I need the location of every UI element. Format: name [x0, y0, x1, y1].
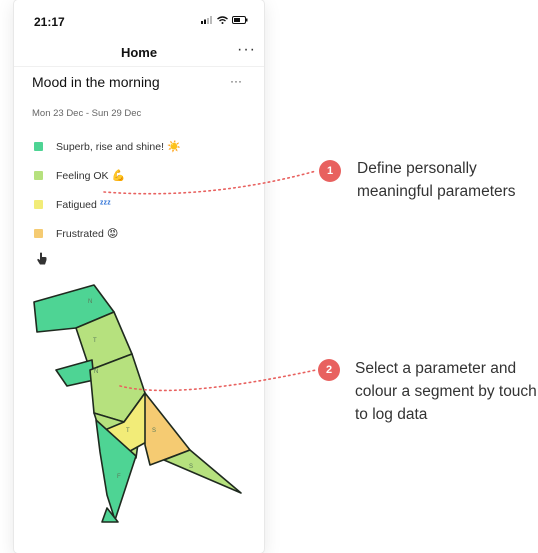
connector-lines — [103, 170, 317, 392]
connector-2 — [119, 369, 317, 392]
callout-text: Define personally meaningful parameters — [357, 160, 516, 200]
callout-number: 2 — [318, 359, 340, 381]
connector-1 — [103, 170, 317, 195]
callout-number: 1 — [319, 160, 341, 182]
callout-2: 2 Select a parameter and colour a segmen… — [318, 359, 537, 423]
callout-text: Select a parameter and colour a segment … — [355, 360, 537, 423]
callout-1: 1 Define personally meaningful parameter… — [319, 160, 516, 200]
